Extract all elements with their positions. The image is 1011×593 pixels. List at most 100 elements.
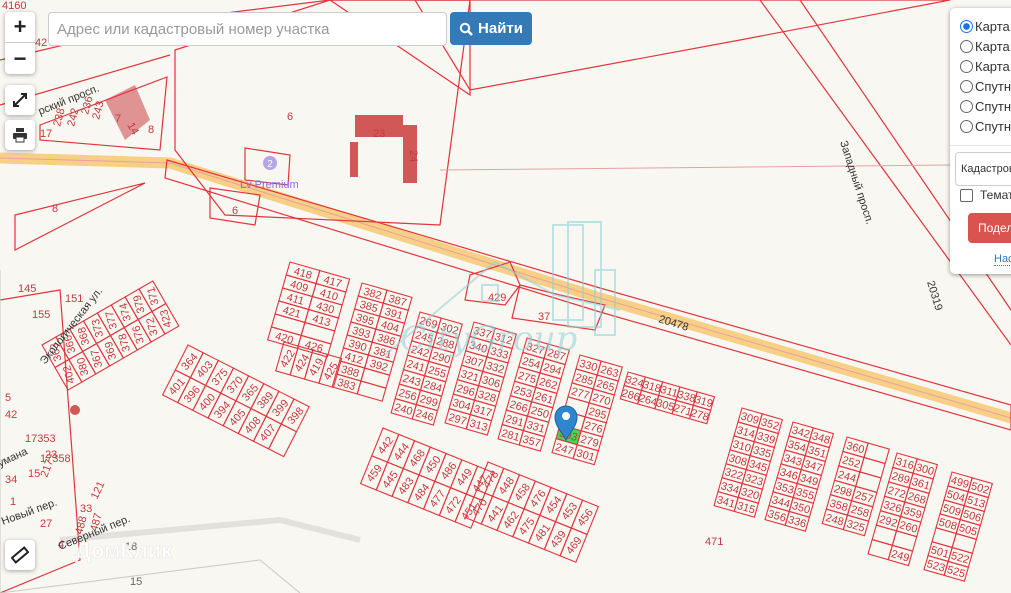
parcel-label: 27 xyxy=(40,518,52,530)
parcel-number: 525 xyxy=(946,564,967,581)
parcel-number: 301 xyxy=(575,447,596,464)
parcel-number: 248 xyxy=(824,512,845,529)
parcel-number: 313 xyxy=(468,417,489,434)
parcel-label: 4160 xyxy=(2,0,26,12)
parcel-block: 4784484584764544534564704414624754814394… xyxy=(464,461,600,563)
parcel-number: 240 xyxy=(393,401,414,418)
thematic-checkbox[interactable]: Темат xyxy=(960,188,1011,202)
layer-option[interactable]: Карта xyxy=(950,56,1011,76)
radio-icon[interactable] xyxy=(960,119,973,133)
parcel-number: 252 xyxy=(841,454,862,471)
parcel-number: 258 xyxy=(849,504,870,521)
parcel-number: 304 xyxy=(451,397,472,414)
radio-icon[interactable] xyxy=(960,59,973,73)
street-label: 20319 xyxy=(924,279,944,312)
address-search-input[interactable] xyxy=(48,12,447,46)
parcel-number: 262 xyxy=(538,376,559,393)
parcel-number: 250 xyxy=(529,405,550,422)
search-icon xyxy=(459,22,473,36)
parcel-label: 1 xyxy=(10,496,16,508)
parcel-block: 324318311338319286264305271278 xyxy=(619,371,716,425)
watermark-text: CityGroup xyxy=(400,319,577,359)
parcel-number: 257 xyxy=(853,489,874,506)
parcel-label: 155 xyxy=(32,309,50,321)
share-button[interactable]: Подел xyxy=(968,213,1011,243)
fullscreen-button[interactable] xyxy=(5,85,35,115)
parcel-number: 508 xyxy=(937,516,958,533)
parcel-number: 277 xyxy=(570,386,591,403)
parcel-block: 422424419425 xyxy=(275,341,343,389)
zoom-control: + − xyxy=(5,12,35,74)
domclick-watermark: ДомКлик xyxy=(75,538,173,563)
parcel-number: 281 xyxy=(500,427,521,444)
zoom-out-button[interactable]: − xyxy=(5,43,35,74)
parcel-number: 268 xyxy=(906,490,927,507)
parcel[interactable] xyxy=(863,442,890,465)
parcel-label: 5 xyxy=(5,392,11,404)
parcel-label: 42 xyxy=(5,409,17,421)
parcel-number: 356 xyxy=(766,508,787,525)
parcel-number: 296 xyxy=(455,383,476,400)
radio-icon[interactable] xyxy=(960,79,973,93)
parcel-number: 317 xyxy=(472,403,493,420)
layer-option-label: Спутн xyxy=(975,98,1011,114)
layer-option[interactable]: Спутн xyxy=(950,116,1011,136)
parcel-label: 23 xyxy=(373,128,385,140)
parcel-number: 298 xyxy=(832,483,853,500)
parcel-number: 299 xyxy=(418,393,439,410)
parcel-label: 121 xyxy=(89,480,108,502)
layer-option-label: Спутн xyxy=(975,78,1011,94)
parcel-label: 34 xyxy=(5,474,17,486)
parcel-number: 289 xyxy=(890,470,911,487)
parcel-label: 6 xyxy=(287,111,293,123)
layer-option[interactable]: Карта xyxy=(950,36,1011,56)
layer-select[interactable]: Кадастров xyxy=(955,152,1011,186)
parcel-number: 249 xyxy=(890,548,911,565)
parcel-number: 241 xyxy=(405,358,426,375)
print-icon xyxy=(13,128,27,143)
poi-badge: 2 xyxy=(267,159,273,170)
layer-option[interactable]: Спутн xyxy=(950,76,1011,96)
parcel-number: 326 xyxy=(882,499,903,516)
parcel-number: 523 xyxy=(925,558,946,575)
radio-icon[interactable] xyxy=(960,19,973,33)
parcel-label: 24 xyxy=(407,150,419,162)
cadastral-map[interactable]: 4184174094104114304214134204264224244194… xyxy=(0,0,1011,593)
parcel-number: 244 xyxy=(836,469,857,486)
ruler-button[interactable] xyxy=(5,540,35,570)
parcel-number: 357 xyxy=(521,433,542,450)
checkbox-label: Темат xyxy=(980,188,1011,202)
parcel[interactable] xyxy=(859,456,886,479)
parcel-block: 418417409410411430421413420426 xyxy=(266,261,351,358)
parcel-number: 361 xyxy=(910,476,931,493)
parcel-number: 260 xyxy=(898,519,919,536)
radio-icon[interactable] xyxy=(960,39,973,53)
zoom-in-button[interactable]: + xyxy=(5,12,35,43)
settings-link[interactable]: Нас xyxy=(994,253,1011,266)
parcel[interactable] xyxy=(356,380,387,402)
street-label: умана xyxy=(0,445,30,469)
parcel-number: 505 xyxy=(958,522,979,539)
layer-option-label: Карта xyxy=(975,38,1010,54)
parcel-number: 331 xyxy=(525,419,546,436)
parcel-label: 8 xyxy=(148,124,154,136)
layer-option[interactable]: Карта xyxy=(950,16,1011,36)
search-button[interactable]: Найти xyxy=(450,12,532,45)
parcel-number: 266 xyxy=(508,399,529,416)
print-button[interactable] xyxy=(5,120,35,150)
street-label: 20478 xyxy=(657,313,690,333)
parcel-number: 291 xyxy=(504,413,525,430)
parcel-label: 17 xyxy=(40,128,52,140)
layer-option[interactable]: Спутн xyxy=(950,96,1011,116)
street-label: Западный просп. xyxy=(837,139,875,226)
parcel-number: 261 xyxy=(533,390,554,407)
parcel-block: 499 502504 513509 506508 505501 522523 525 xyxy=(923,471,994,582)
parcel-number: 321 xyxy=(459,368,480,385)
parcel-number: 275 xyxy=(516,370,537,387)
parcel-number: 358 xyxy=(828,498,849,515)
layer-option-label: Карта xyxy=(975,58,1010,74)
parcel-number: 292 xyxy=(878,513,899,530)
checkbox-box[interactable] xyxy=(960,188,973,202)
radio-icon[interactable] xyxy=(960,99,973,113)
parcel-number: 336 xyxy=(787,514,808,531)
